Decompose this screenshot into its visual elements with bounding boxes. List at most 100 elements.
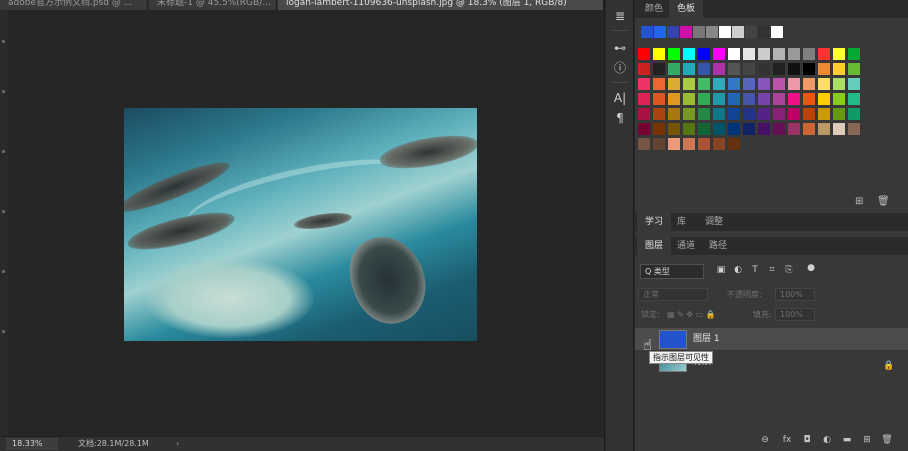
color-swatch[interactable] — [848, 48, 860, 60]
color-swatch[interactable] — [803, 63, 815, 75]
color-swatch[interactable] — [728, 63, 740, 75]
color-swatch[interactable] — [758, 78, 770, 90]
color-swatch[interactable] — [638, 78, 650, 90]
character-icon[interactable]: A| — [612, 90, 628, 106]
color-swatch[interactable] — [818, 78, 830, 90]
color-swatch[interactable] — [728, 108, 740, 120]
color-swatch[interactable] — [758, 93, 770, 105]
color-swatch[interactable] — [788, 123, 800, 135]
opacity-field[interactable]: 100% — [775, 288, 815, 301]
color-swatch[interactable] — [653, 108, 665, 120]
color-swatch[interactable] — [638, 48, 650, 60]
color-swatch[interactable] — [683, 138, 695, 150]
color-swatch[interactable] — [848, 93, 860, 105]
lock-pixels-icon[interactable]: ▦ ✎ ✥ ▭ 🔒 — [667, 308, 716, 321]
color-swatch[interactable] — [668, 78, 680, 90]
color-swatch[interactable] — [773, 63, 785, 75]
color-swatch[interactable] — [833, 78, 845, 90]
color-swatch[interactable] — [833, 48, 845, 60]
color-swatch[interactable] — [728, 123, 740, 135]
layer-filter-select[interactable]: Q 类型 — [640, 264, 704, 279]
color-swatch[interactable] — [653, 63, 665, 75]
color-swatch[interactable] — [653, 48, 665, 60]
tab-paths[interactable]: 路径 — [701, 237, 735, 255]
color-swatch[interactable] — [818, 63, 830, 75]
color-swatch[interactable] — [698, 138, 710, 150]
color-swatch[interactable] — [683, 63, 695, 75]
adjustment-filter-icon[interactable]: ◐ — [732, 264, 744, 276]
adjustment-layer-icon[interactable]: ◐ — [821, 434, 833, 446]
tab-channels[interactable]: 通道 — [669, 237, 703, 255]
fx-icon[interactable]: fx — [781, 434, 793, 446]
tab-layers[interactable]: 图层 — [637, 237, 672, 255]
color-swatch[interactable] — [713, 123, 725, 135]
color-swatch[interactable] — [743, 48, 755, 60]
color-swatch[interactable] — [818, 123, 830, 135]
recent-swatch[interactable] — [654, 26, 666, 38]
color-swatch[interactable] — [668, 138, 680, 150]
color-swatch[interactable] — [788, 93, 800, 105]
recent-swatch[interactable] — [745, 26, 757, 38]
recent-swatch[interactable] — [732, 26, 744, 38]
color-swatch[interactable] — [728, 93, 740, 105]
new-layer-icon[interactable]: ⊞ — [861, 434, 873, 446]
color-swatch[interactable] — [788, 78, 800, 90]
recent-swatch[interactable] — [758, 26, 770, 38]
document-tab-active[interactable]: logan-lambert-1109636-unsplash.jpg @ 18.… — [278, 0, 604, 10]
document-tab-2[interactable]: 未标题-1 @ 45.5%(RGB/... — [149, 0, 277, 10]
color-swatch[interactable] — [803, 93, 815, 105]
new-swatch-icon[interactable]: ⊞ — [855, 196, 863, 208]
color-swatch[interactable] — [698, 63, 710, 75]
group-folder-icon[interactable]: ▬ — [841, 434, 853, 446]
color-swatch[interactable] — [713, 138, 725, 150]
color-swatch[interactable] — [803, 123, 815, 135]
document-image[interactable] — [124, 108, 477, 341]
color-swatch[interactable] — [773, 108, 785, 120]
color-swatch[interactable] — [803, 78, 815, 90]
color-swatch[interactable] — [713, 93, 725, 105]
recent-swatch[interactable] — [667, 26, 679, 38]
color-swatch[interactable] — [743, 63, 755, 75]
color-swatch[interactable] — [638, 123, 650, 135]
color-swatch[interactable] — [848, 123, 860, 135]
color-swatch[interactable] — [683, 123, 695, 135]
color-swatch[interactable] — [818, 48, 830, 60]
smart-object-filter-icon[interactable]: ⎘ — [783, 264, 795, 276]
color-swatch[interactable] — [698, 48, 710, 60]
color-swatch[interactable] — [773, 123, 785, 135]
shape-filter-icon[interactable]: ⌗ — [766, 264, 778, 276]
tab-libraries[interactable]: 库 — [669, 213, 694, 231]
color-swatch[interactable] — [638, 108, 650, 120]
color-swatch[interactable] — [743, 108, 755, 120]
color-swatch[interactable] — [713, 48, 725, 60]
info-icon[interactable]: ⓘ — [612, 60, 628, 76]
color-swatch[interactable] — [758, 63, 770, 75]
color-swatch[interactable] — [683, 93, 695, 105]
recent-swatch[interactable] — [693, 26, 705, 38]
mask-icon[interactable]: ◘ — [801, 434, 813, 446]
delete-swatch-icon[interactable]: 🗑 — [877, 196, 890, 208]
color-swatch[interactable] — [803, 48, 815, 60]
color-swatch[interactable] — [683, 78, 695, 90]
filter-toggle-icon[interactable]: ● — [805, 262, 817, 274]
color-swatch[interactable] — [698, 123, 710, 135]
trash-icon[interactable]: 🗑 — [881, 434, 893, 446]
color-swatch[interactable] — [743, 123, 755, 135]
color-swatch[interactable] — [713, 78, 725, 90]
layer-row[interactable]: 图层 1 — [635, 328, 908, 350]
color-swatch[interactable] — [638, 138, 650, 150]
color-swatch[interactable] — [788, 63, 800, 75]
blend-mode-select[interactable]: 正常 — [638, 288, 708, 301]
color-swatch[interactable] — [638, 93, 650, 105]
color-swatch[interactable] — [833, 108, 845, 120]
color-swatch[interactable] — [788, 108, 800, 120]
history-icon[interactable]: ≣ — [612, 8, 628, 24]
color-swatch[interactable] — [713, 108, 725, 120]
color-swatch[interactable] — [668, 48, 680, 60]
color-swatch[interactable] — [653, 78, 665, 90]
color-swatch[interactable] — [758, 48, 770, 60]
color-swatch[interactable] — [683, 108, 695, 120]
recent-swatch[interactable] — [771, 26, 783, 38]
color-swatch[interactable] — [653, 93, 665, 105]
color-swatch[interactable] — [743, 93, 755, 105]
